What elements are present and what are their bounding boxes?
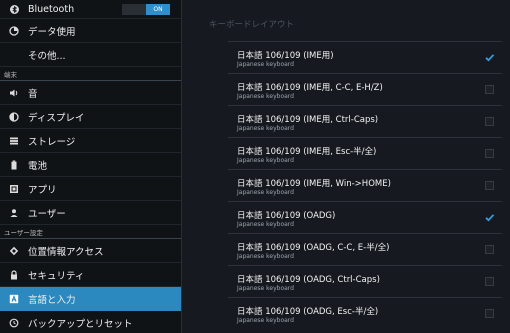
checkbox-checked[interactable] — [485, 53, 495, 62]
keyboard-layout-row[interactable]: 日本語 106/109 (IME用, Ctrl-Caps) Japanese ke… — [228, 105, 502, 137]
keyboard-layout-row[interactable]: 日本語 106/109 (OADG, Esc-半/全) Japanese keyb… — [228, 297, 502, 329]
sidebar-item-label: データ使用 — [28, 26, 76, 38]
sidebar-item-backup-reset[interactable]: バックアップとリセット — [0, 311, 181, 333]
keyboard-layout-subtitle: Japanese keyboard — [237, 285, 294, 292]
keyboard-layout-name: 日本語 106/109 (OADG, C-C, E-半/全) — [237, 243, 390, 253]
checkbox[interactable] — [485, 117, 494, 126]
sidebar-item-security[interactable]: セキュリティ — [0, 263, 181, 287]
settings-sidebar: Bluetooth ON データ使用 その他... 端末 音 ディスプレイ スト… — [0, 0, 182, 333]
data-usage-icon — [8, 25, 20, 36]
section-title: キーボードレイアウト — [209, 20, 295, 30]
backup-icon — [8, 318, 20, 328]
sidebar-item-label: 言語と入力 — [28, 294, 76, 306]
sound-icon — [8, 88, 20, 98]
keyboard-layout-subtitle: Japanese keyboard — [237, 125, 294, 132]
sidebar-item-label: バックアップとリセット — [28, 318, 133, 330]
keyboard-layout-subtitle: Japanese keyboard — [237, 317, 294, 324]
sidebar-item-bluetooth[interactable]: Bluetooth ON — [0, 0, 181, 19]
keyboard-layout-row[interactable]: 日本語 106/109 (OADG) Japanese keyboard — [228, 201, 502, 233]
keyboard-layout-subtitle: Japanese keyboard — [237, 253, 294, 260]
sidebar-item-label: Bluetooth — [28, 3, 75, 15]
display-icon — [8, 111, 20, 122]
sidebar-item-location[interactable]: 位置情報アクセス — [0, 239, 181, 263]
keyboard-layout-row[interactable]: 日本語 106/109 (IME用) Japanese keyboard — [228, 41, 502, 73]
keyboard-layout-name: 日本語 106/109 (IME用, Esc-半/全) — [237, 147, 377, 157]
sidebar-item-label: ディスプレイ — [28, 112, 85, 124]
sidebar-item-battery[interactable]: 電池 — [0, 153, 181, 177]
keyboard-layout-subtitle: Japanese keyboard — [237, 93, 294, 100]
keyboard-layout-subtitle: Japanese keyboard — [237, 221, 294, 228]
sidebar-item-sound[interactable]: 音 — [0, 81, 181, 105]
bluetooth-toggle[interactable]: ON — [122, 4, 170, 15]
checkbox[interactable] — [485, 85, 494, 94]
sidebar-item-label: 電池 — [28, 160, 48, 172]
sidebar-item-data-usage[interactable]: データ使用 — [0, 19, 181, 43]
sidebar-item-storage[interactable]: ストレージ — [0, 129, 181, 153]
keyboard-layout-name: 日本語 106/109 (OADG, Esc-半/全) — [237, 307, 379, 317]
sidebar-item-label: その他... — [28, 50, 66, 62]
sidebar-item-label: 位置情報アクセス — [28, 246, 104, 258]
sidebar-item-apps[interactable]: アプリ — [0, 177, 181, 201]
sidebar-header-device: 端末 — [0, 67, 181, 81]
sidebar-item-label: アプリ — [28, 184, 57, 196]
lock-icon — [8, 269, 20, 280]
sidebar-item-language-input[interactable]: 言語と入力 — [0, 287, 181, 311]
sidebar-header-user: ユーザー設定 — [0, 225, 181, 239]
keyboard-layout-subtitle: Japanese keyboard — [237, 189, 294, 196]
checkbox[interactable] — [485, 309, 494, 318]
keyboard-layout-list: 日本語 106/109 (IME用) Japanese keyboard 日本語 1… — [228, 41, 502, 329]
sidebar-item-label: 音 — [28, 88, 38, 100]
checkbox-checked[interactable] — [485, 213, 495, 222]
apps-icon — [8, 184, 20, 194]
keyboard-layout-subtitle: Japanese keyboard — [237, 157, 294, 164]
keyboard-layout-row[interactable]: 日本語 106/109 (IME用, Esc-半/全) Japanese keyb… — [228, 137, 502, 169]
sidebar-item-display[interactable]: ディスプレイ — [0, 105, 181, 129]
bluetooth-icon — [8, 4, 20, 14]
keyboard-layout-name: 日本語 106/109 (OADG, Ctrl-Caps) — [237, 275, 380, 285]
keyboard-layout-row[interactable]: 日本語 106/109 (IME用, Win->HOME) Japanese ke… — [228, 169, 502, 201]
keyboard-layout-row[interactable]: 日本語 106/109 (OADG, Ctrl-Caps) Japanese ke… — [228, 265, 502, 297]
sidebar-item-label: セキュリティ — [28, 270, 85, 282]
keyboard-layout-name: 日本語 106/109 (OADG) — [237, 211, 336, 221]
keyboard-layout-panel: キーボードレイアウト 日本語 106/109 (IME用) Japanese ke… — [182, 0, 510, 333]
battery-icon — [8, 160, 20, 170]
location-icon — [8, 246, 20, 256]
keyboard-layout-name: 日本語 106/109 (IME用, Ctrl-Caps) — [237, 115, 379, 125]
checkbox[interactable] — [485, 181, 494, 190]
keyboard-layout-name: 日本語 106/109 (IME用, Win->HOME) — [237, 179, 391, 189]
sidebar-item-more[interactable]: その他... — [0, 43, 181, 67]
keyboard-layout-row[interactable]: 日本語 106/109 (OADG, C-C, E-半/全) Japanese k… — [228, 233, 502, 265]
sidebar-item-users[interactable]: ユーザー — [0, 201, 181, 225]
checkbox[interactable] — [485, 149, 494, 158]
sidebar-item-label: ユーザー — [28, 208, 66, 220]
storage-icon — [8, 136, 20, 146]
keyboard-layout-row[interactable]: 日本語 106/109 (IME用, C-C, E-H/Z) Japanese k… — [228, 73, 502, 105]
checkbox[interactable] — [485, 245, 494, 254]
user-icon — [8, 208, 20, 218]
toggle-state: ON — [146, 4, 170, 15]
sidebar-item-label: ストレージ — [28, 136, 76, 148]
keyboard-layout-name: 日本語 106/109 (IME用, C-C, E-H/Z) — [237, 83, 383, 93]
language-icon — [8, 294, 20, 304]
keyboard-layout-subtitle: Japanese keyboard — [237, 61, 294, 68]
checkbox[interactable] — [485, 277, 494, 286]
keyboard-layout-name: 日本語 106/109 (IME用) — [237, 51, 334, 61]
